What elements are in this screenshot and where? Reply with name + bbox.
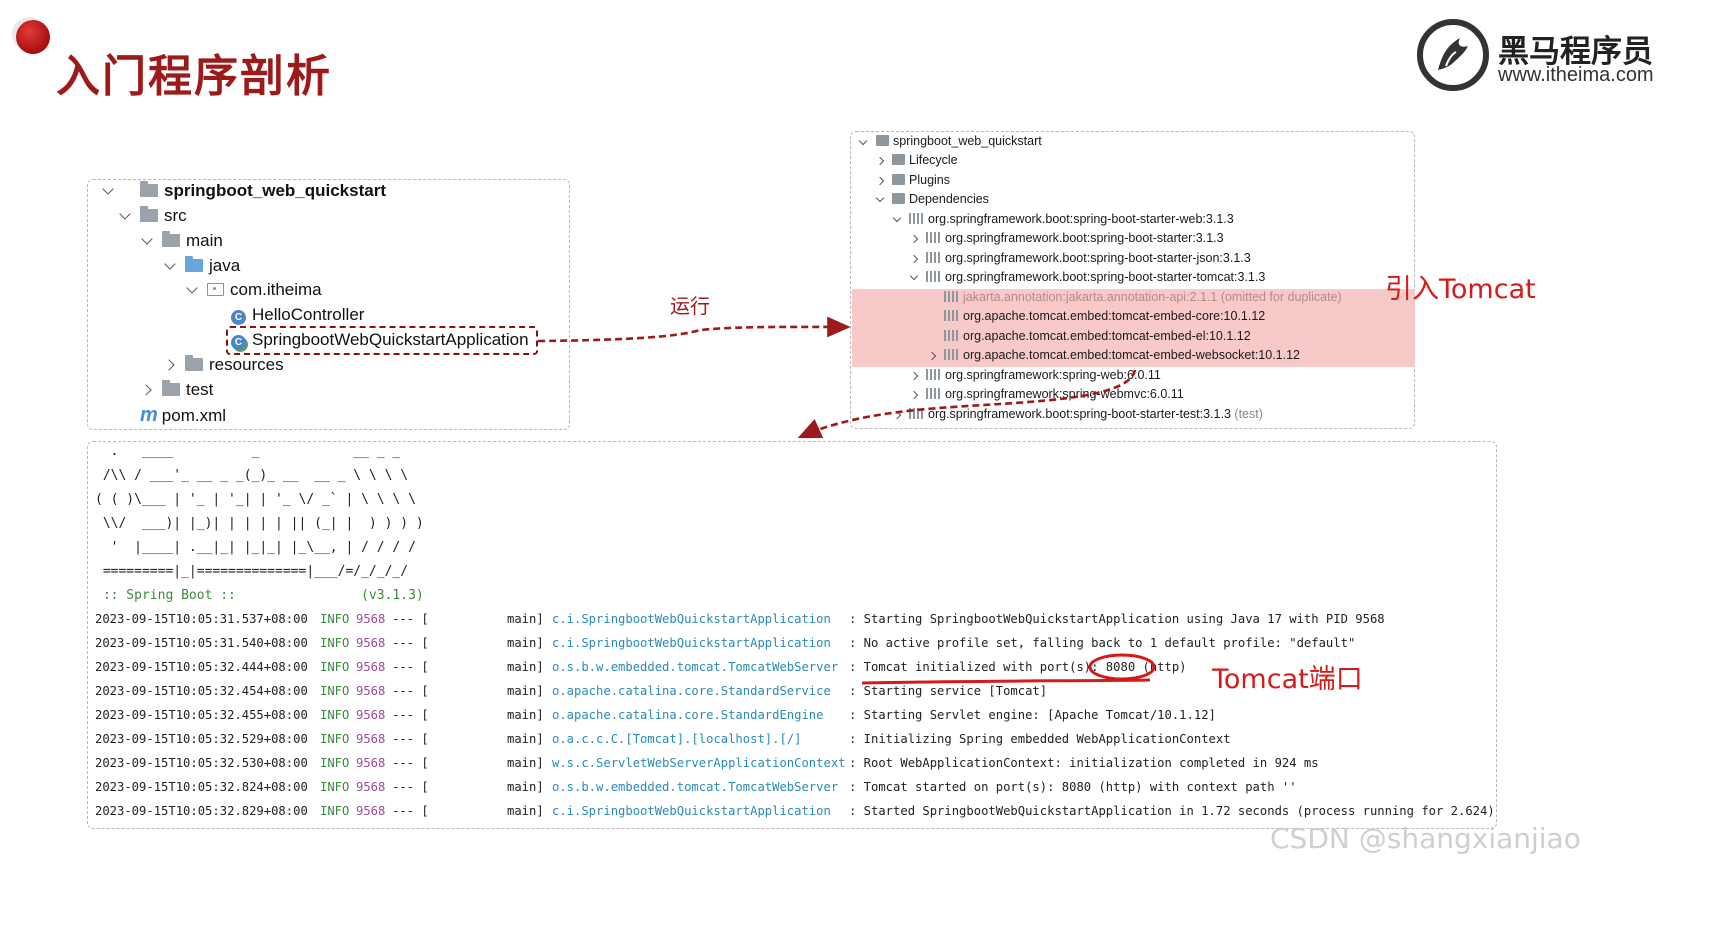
annotation-overlay	[537, 316, 1156, 685]
port-underline	[861, 678, 1151, 685]
dependency-arrow	[797, 369, 1137, 439]
port-circle	[1088, 653, 1156, 681]
run-arrow	[537, 316, 851, 343]
watermark: CSDN @shangxianjiao	[1270, 822, 1581, 855]
